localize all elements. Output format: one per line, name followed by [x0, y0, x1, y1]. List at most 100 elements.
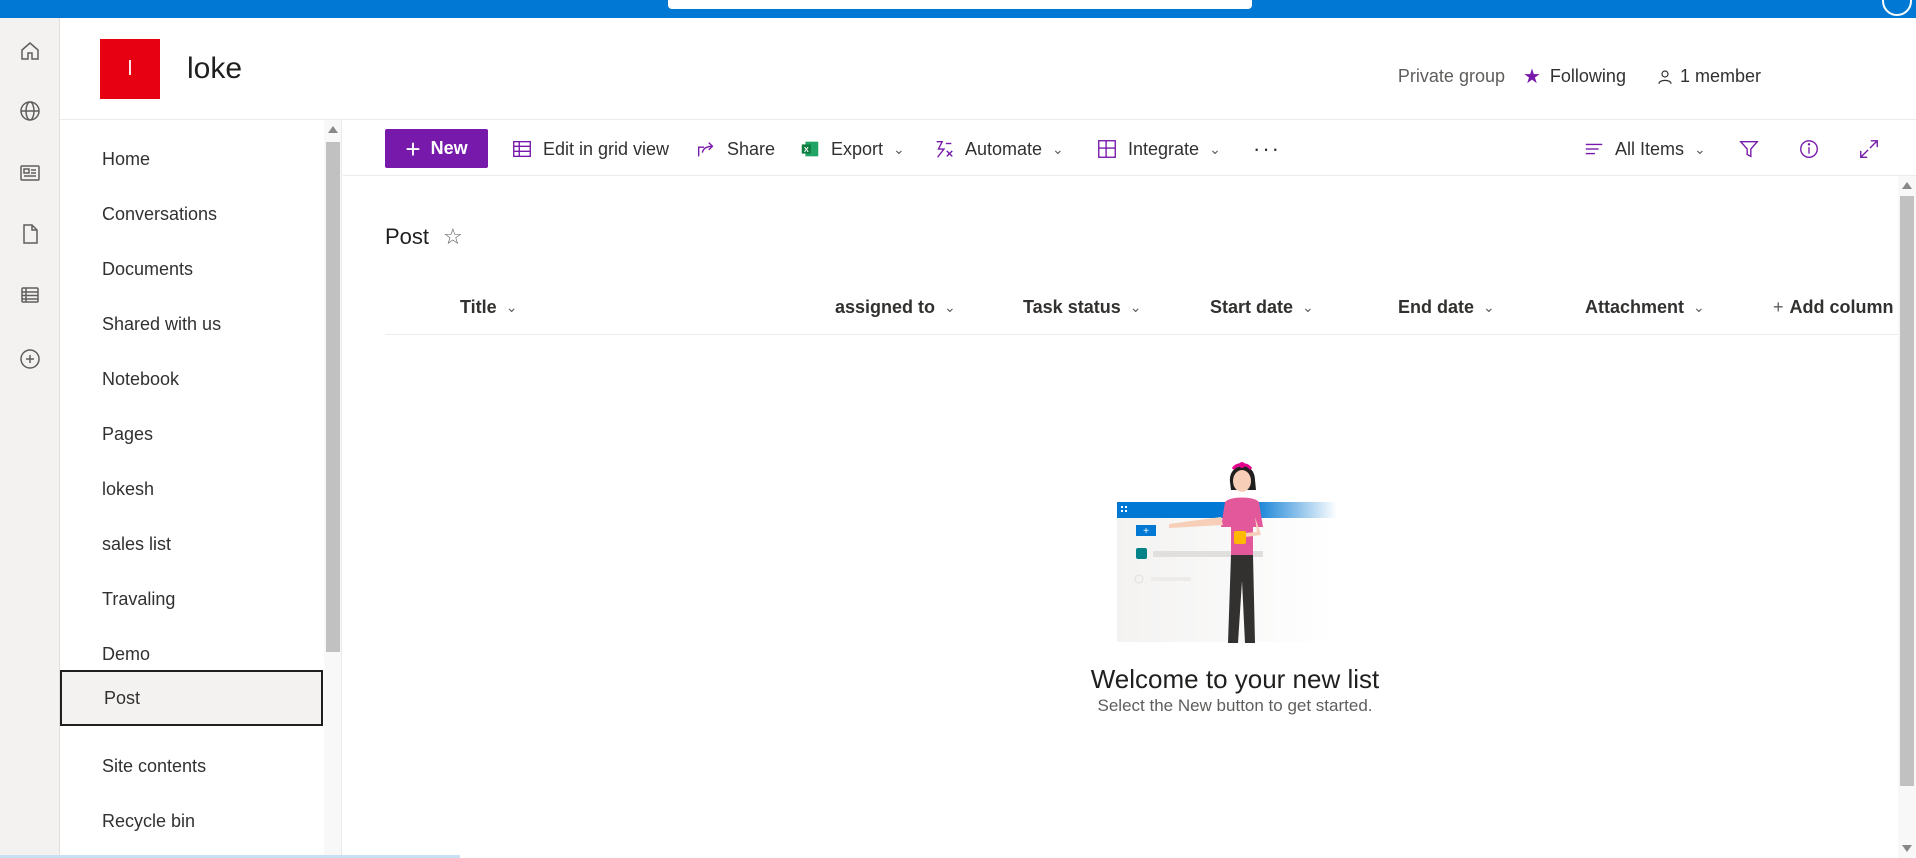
new-button-label: New — [430, 138, 468, 158]
members-button[interactable]: 1 member — [1656, 66, 1761, 87]
nav-item-label: Home — [102, 148, 151, 169]
nav-item-label: Post — [104, 687, 141, 708]
nav-item-label: Demo — [102, 643, 151, 664]
nav-item-sales-list[interactable]: sales list — [60, 516, 323, 572]
column-header-label: Task status — [1023, 297, 1121, 317]
more-options-button[interactable]: ··· — [1253, 134, 1281, 164]
column-header-attachment[interactable]: Attachment ⌄ — [1585, 297, 1705, 318]
view-label: All Items — [1615, 138, 1685, 159]
privacy-label: Private group — [1397, 66, 1505, 86]
search-box[interactable] — [668, 0, 1252, 9]
members-label: 1 member — [1679, 66, 1761, 86]
list-title-text: Post — [385, 224, 430, 249]
column-header-label: End date — [1398, 297, 1475, 317]
edit-in-grid-view-button[interactable]: Edit in grid view — [511, 134, 669, 164]
share-label: Share — [727, 138, 776, 159]
nav-item-shared-with-us[interactable]: Shared with us — [60, 296, 323, 352]
nav-item-label: Notebook — [102, 368, 180, 389]
command-bar: + New Edit in grid view Share X Export ⌄… — [343, 120, 1916, 176]
chevron-down-icon: ⌄ — [1129, 299, 1142, 315]
automate-button[interactable]: Automate ⌄ — [933, 134, 1064, 164]
chevron-down-icon: ⌄ — [1052, 140, 1064, 157]
excel-icon: X — [801, 141, 819, 157]
scroll-up-arrow-icon[interactable] — [328, 126, 338, 133]
info-button[interactable] — [1798, 134, 1830, 164]
site-logo[interactable]: l — [100, 39, 160, 99]
nav-item-home[interactable]: Home — [60, 131, 323, 187]
column-header-label: assigned to — [835, 297, 936, 317]
add-circle-icon[interactable] — [17, 346, 43, 372]
export-button[interactable]: X Export ⌄ — [799, 134, 905, 164]
chevron-down-icon: ⌄ — [1693, 299, 1705, 315]
account-avatar[interactable] — [1882, 0, 1912, 16]
following-button[interactable]: ★ Following — [1523, 64, 1626, 89]
column-header-assigned-to[interactable]: assigned to ⌄ — [835, 297, 956, 318]
nav-item-pages[interactable]: Pages — [60, 406, 323, 462]
plus-icon: + — [1773, 297, 1784, 317]
column-header-label: Start date — [1210, 297, 1294, 317]
chevron-down-icon: ⌄ — [944, 299, 956, 315]
nav-item-label: Documents — [102, 258, 194, 279]
nav-item-notebook[interactable]: Notebook — [60, 351, 323, 407]
new-button[interactable]: + New — [385, 129, 488, 168]
info-icon — [1800, 140, 1818, 158]
column-header-start-date[interactable]: Start date ⌄ — [1210, 297, 1314, 318]
empty-state-subtitle: Select the New button to get started. — [1097, 696, 1373, 715]
view-list-icon — [1585, 143, 1603, 155]
column-header-task-status[interactable]: Task status ⌄ — [1023, 297, 1141, 318]
empty-state-title: Welcome to your new list — [1090, 664, 1380, 694]
main-scrollbar[interactable] — [1898, 176, 1916, 858]
globe-icon[interactable] — [17, 98, 43, 124]
column-header-title[interactable]: Title ⌄ — [460, 297, 517, 318]
site-navigation: Home Conversations Documents Shared with… — [60, 120, 323, 858]
chevron-down-icon: ⌄ — [1302, 299, 1314, 315]
column-header-row: Title ⌄ assigned to ⌄ Task status ⌄ Start d… — [385, 283, 1900, 335]
nav-item-documents[interactable]: Documents — [60, 241, 323, 297]
more-icon: ··· — [1253, 136, 1281, 161]
favorite-star-icon[interactable]: ☆ — [443, 224, 463, 250]
column-header-end-date[interactable]: End date ⌄ — [1398, 297, 1495, 318]
document-icon[interactable] — [17, 221, 43, 247]
scroll-up-arrow-icon[interactable] — [1902, 182, 1912, 189]
nav-item-travaling[interactable]: Travaling — [60, 571, 323, 627]
chevron-down-icon: ⌄ — [893, 140, 905, 157]
list-icon[interactable] — [17, 282, 43, 308]
nav-scrollbar-thumb[interactable] — [326, 142, 340, 652]
nav-item-label: Travaling — [102, 588, 176, 609]
nav-item-recycle-bin[interactable]: Recycle bin — [60, 793, 323, 849]
scroll-down-arrow-icon[interactable] — [1902, 845, 1912, 852]
automate-label: Automate — [965, 138, 1043, 159]
site-title[interactable]: loke — [187, 52, 242, 86]
nav-item-lokesh[interactable]: lokesh — [60, 461, 323, 517]
export-label: Export — [831, 138, 884, 159]
integrate-label: Integrate — [1128, 138, 1200, 159]
home-icon[interactable] — [17, 38, 43, 64]
chevron-down-icon: ⌄ — [1483, 299, 1495, 315]
share-button[interactable]: Share — [695, 134, 775, 164]
news-icon[interactable] — [17, 160, 43, 186]
add-column-button[interactable]: + Add column — [1773, 297, 1894, 318]
plus-icon: + — [405, 133, 421, 164]
expand-button[interactable] — [1858, 134, 1890, 164]
nav-item-post[interactable]: Post — [60, 670, 323, 726]
filter-icon — [1739, 140, 1759, 158]
list-title: Post ☆ — [385, 224, 463, 250]
nav-item-conversations[interactable]: Conversations — [60, 186, 323, 242]
nav-item-label: Shared with us — [102, 313, 222, 334]
add-column-label: Add column — [1789, 297, 1894, 317]
person-icon — [1658, 69, 1672, 84]
nav-item-site-contents[interactable]: Site contents — [60, 738, 323, 794]
following-label: Following — [1549, 66, 1626, 86]
column-header-label: Title — [460, 297, 497, 317]
chevron-down-icon: ⌄ — [1694, 140, 1706, 157]
main-scrollbar-thumb[interactable] — [1900, 196, 1914, 786]
integrate-button[interactable]: Integrate ⌄ — [1096, 134, 1221, 164]
view-selector[interactable]: All Items ⌄ — [1583, 134, 1706, 164]
column-header-label: Attachment — [1585, 297, 1685, 317]
suite-bar — [0, 0, 1916, 18]
filter-button[interactable] — [1738, 134, 1770, 164]
share-icon — [697, 142, 714, 157]
star-filled-icon: ★ — [1522, 66, 1541, 88]
nav-scrollbar[interactable] — [324, 120, 342, 858]
nav-item-label: Pages — [102, 423, 154, 444]
